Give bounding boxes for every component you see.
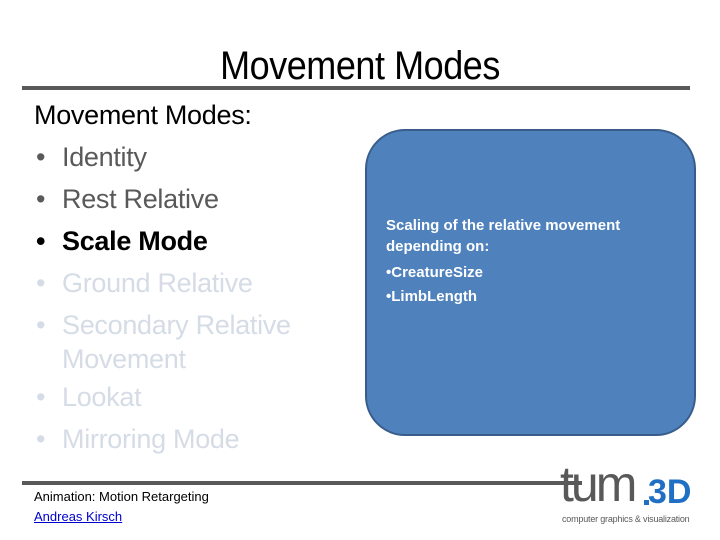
list-item: • Identity [34,136,291,178]
list-item: • Rest Relative [34,178,291,220]
footer-author-link[interactable]: Andreas Kirsch [34,509,122,524]
list-item: • Mirroring Mode [34,418,291,460]
bullet-icon: • [36,184,46,214]
bullet-icon: • [36,226,46,256]
list-item: • Ground Relative [34,262,291,304]
callout-text: Scaling of the relative movement dependi… [386,215,686,309]
bullet-icon: • [36,382,46,412]
bullet-icon: • [36,268,46,298]
title-divider [22,86,690,90]
logo-subtitle: computer graphics & visualization [562,514,690,524]
logo-3d-text: 3D [648,473,692,511]
callout-bullet: •CreatureSize [386,264,483,281]
tum3d-logo: tum 3D computer graphics & visualization [560,456,710,532]
logo-tum-text: tum [560,456,637,512]
footer-divider [22,481,582,485]
bullet-icon: • [36,142,46,172]
list-item-current: • Scale Mode [34,220,291,262]
movement-modes-list: Movement Modes: • Identity • Rest Relative… [34,94,291,460]
list-item: • Lookat [34,376,291,418]
bullet-icon: • [36,424,46,454]
callout-line: depending on: [386,238,490,255]
list-heading: Movement Modes: [34,100,252,130]
callout-bullet: •LimbLength [386,288,478,305]
callout-line: Scaling of the relative movement [386,217,621,234]
slide-title: Movement Modes [220,44,500,88]
list-item: • Secondary Relative Movement [34,304,291,376]
footer-course-title: Animation: Motion Retargeting [34,489,209,504]
bullet-icon: • [36,310,46,340]
